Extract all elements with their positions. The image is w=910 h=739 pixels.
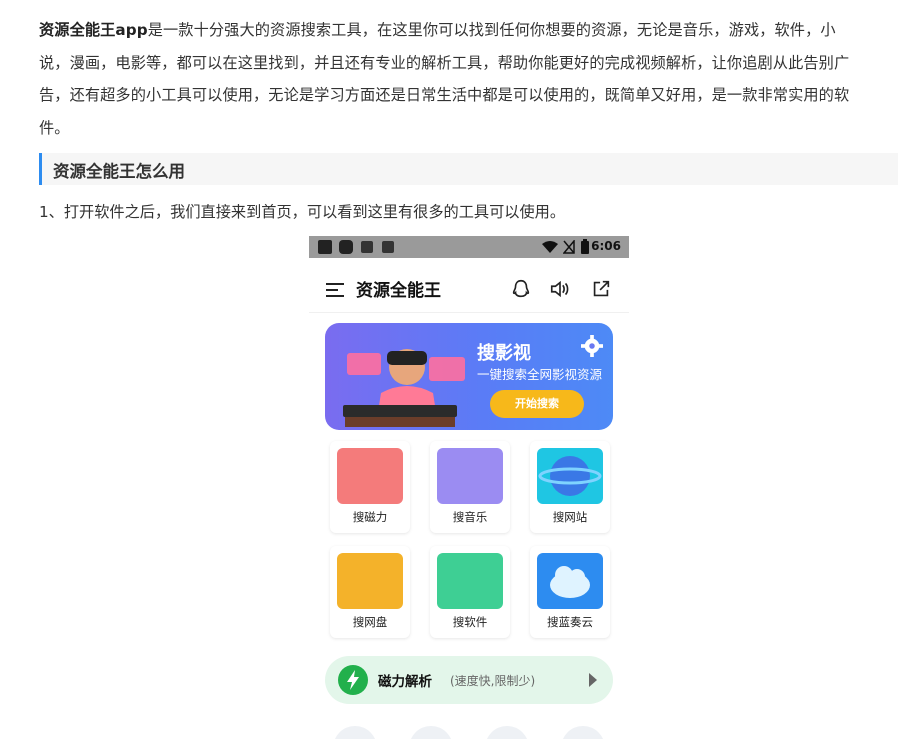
search-video-banner[interactable]: 搜影视 一键搜索全网影视资源 开始搜索 xyxy=(325,323,613,430)
step-1-text: 1、打开软件之后，我们直接来到首页，可以看到这里有很多的工具可以使用。 xyxy=(39,203,566,221)
section-heading-text: 资源全能王怎么用 xyxy=(53,162,185,181)
cloud-illustration xyxy=(537,553,603,609)
banner-title: 搜影视 xyxy=(477,343,531,364)
gear-icon[interactable] xyxy=(581,335,603,357)
tool-label: 搜蓝奏云 xyxy=(547,615,593,629)
image-icon xyxy=(361,241,373,253)
article-intro: 资源全能王app是一款十分强大的资源搜索工具，在这里你可以找到任何你想要的资源，… xyxy=(39,14,899,144)
app-bar: 资源全能王 xyxy=(309,258,629,313)
tool-card-lanzou[interactable]: 搜蓝奏云 xyxy=(530,546,610,638)
tool-label: 搜网盘 xyxy=(352,615,388,629)
lightning-icon xyxy=(338,665,368,695)
app-title: 资源全能王 xyxy=(356,281,441,301)
tool-card-music[interactable]: 搜音乐 xyxy=(430,441,510,533)
tool-card-magnet[interactable]: 搜磁力 xyxy=(330,441,410,533)
status-time: 6:06 xyxy=(591,239,621,253)
qq-icon[interactable] xyxy=(510,278,532,300)
volume-icon[interactable] xyxy=(549,278,571,300)
music-illustration xyxy=(437,448,503,504)
menu-icon[interactable] xyxy=(326,283,344,297)
app-notification-icon xyxy=(339,240,353,254)
netdisk-illustration xyxy=(337,553,403,609)
intro-text-2: 说，漫画，电影等，都可以在这里找到，并且还有专业的解析工具，帮助你能更好的完成视… xyxy=(39,53,850,72)
intro-text-1: 是一款十分强大的资源搜索工具，在这里你可以找到任何你想要的资源，无论是音乐，游戏… xyxy=(147,21,836,39)
bottom-tool-icon[interactable] xyxy=(409,726,453,739)
tool-card-netdisk[interactable]: 搜网盘 xyxy=(330,546,410,638)
tool-card-software[interactable]: 搜软件 xyxy=(430,546,510,638)
chevron-right-icon xyxy=(589,673,597,687)
magnet-parse-bar[interactable]: 磁力解析 (速度快,限制少) xyxy=(325,656,613,704)
start-search-button[interactable]: 开始搜索 xyxy=(490,390,584,418)
section-heading: 资源全能王怎么用 xyxy=(39,153,898,185)
magnet-illustration xyxy=(337,448,403,504)
bottom-tool-icon[interactable] xyxy=(333,726,377,739)
vr-illustration xyxy=(343,349,465,427)
tool-label: 搜软件 xyxy=(452,615,488,629)
wifi-icon xyxy=(542,241,558,253)
banner-subtitle: 一键搜索全网影视资源 xyxy=(477,367,603,382)
parse-title: 磁力解析 xyxy=(378,674,432,690)
text-icon xyxy=(382,241,394,253)
intro-text-3: 告，还有超多的小工具可以使用，无论是学习方面还是日常生活中都是可以使用的，既简单… xyxy=(39,86,850,104)
tool-label: 搜音乐 xyxy=(452,510,488,524)
intro-text-4: 件。 xyxy=(39,118,70,137)
battery-icon xyxy=(581,239,589,254)
status-bar: 6:06 xyxy=(309,236,629,258)
tool-card-website[interactable]: 搜网站 xyxy=(530,441,610,533)
parse-subtitle: (速度快,限制少) xyxy=(450,674,536,688)
globe-illustration xyxy=(537,448,603,504)
share-icon[interactable] xyxy=(590,278,612,300)
bottom-tool-icon[interactable] xyxy=(485,726,529,739)
bottom-tool-icon[interactable] xyxy=(561,726,605,739)
no-signal-icon xyxy=(563,240,575,254)
software-illustration xyxy=(437,553,503,609)
tool-label: 搜网站 xyxy=(552,510,588,524)
app-screenshot: 6:06 资源全能王 搜影视 一键搜索全网影视资源 开始搜索 搜磁力 搜音乐 搜… xyxy=(309,236,629,739)
intro-app-name: 资源全能王app xyxy=(39,21,148,39)
tool-label: 搜磁力 xyxy=(352,510,388,524)
notification-icon xyxy=(318,240,332,254)
